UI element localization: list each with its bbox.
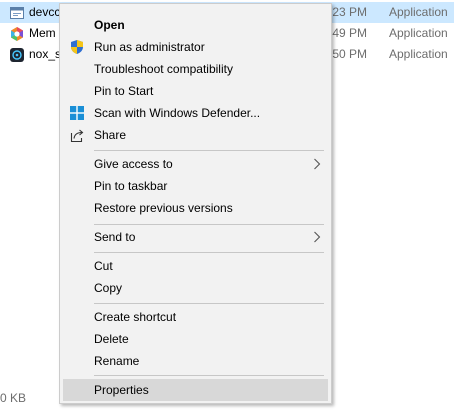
menu-separator (94, 224, 324, 225)
menu-item-create-shortcut[interactable]: Create shortcut (63, 306, 328, 328)
file-name: Mem (29, 26, 56, 40)
menu-item-give-access-to[interactable]: Give access to (63, 153, 328, 175)
memu-logo-icon (9, 26, 25, 42)
size-status-text: 0 KB (0, 391, 27, 405)
windows-defender-icon (69, 105, 85, 121)
menu-item-pin-to-taskbar[interactable]: Pin to taskbar (63, 175, 328, 197)
menu-item-label: Create shortcut (94, 310, 177, 324)
menu-item-label: Rename (94, 354, 140, 368)
file-type: Application (389, 26, 448, 40)
menu-item-rename[interactable]: Rename (63, 350, 328, 372)
menu-item-label: Restore previous versions (94, 201, 233, 215)
menu-item-label: Pin to Start (94, 84, 154, 98)
share-icon (69, 127, 85, 143)
context-menu: Open Run as administrator Troubleshoot c… (59, 3, 332, 404)
nox-logo-icon (9, 47, 25, 63)
uac-shield-icon (69, 39, 85, 55)
menu-item-run-as-administrator[interactable]: Run as administrator (63, 36, 328, 58)
menu-item-cut[interactable]: Cut (63, 255, 328, 277)
menu-item-label: Share (94, 128, 127, 142)
menu-item-troubleshoot-compatibility[interactable]: Troubleshoot compatibility (63, 58, 328, 80)
menu-item-label: Copy (94, 281, 123, 295)
menu-item-label: Pin to taskbar (94, 179, 168, 193)
menu-item-label: Open (94, 18, 125, 32)
menu-item-label: Properties (94, 383, 149, 397)
chevron-right-icon (313, 230, 321, 244)
app-window-icon (9, 5, 25, 21)
menu-item-label: Scan with Windows Defender... (94, 106, 261, 120)
chevron-right-icon (313, 157, 321, 171)
file-name: nox_s (29, 47, 62, 61)
menu-item-label: Cut (94, 259, 113, 273)
menu-item-open[interactable]: Open (63, 14, 328, 36)
menu-item-copy[interactable]: Copy (63, 277, 328, 299)
menu-item-label: Run as administrator (94, 40, 205, 54)
menu-separator (94, 303, 324, 304)
file-type: Application (389, 47, 448, 61)
menu-item-restore-previous-versions[interactable]: Restore previous versions (63, 197, 328, 219)
menu-separator (94, 252, 324, 253)
menu-item-label: Troubleshoot compatibility (94, 62, 233, 76)
menu-item-delete[interactable]: Delete (63, 328, 328, 350)
file-name: devcc (29, 5, 61, 19)
menu-item-share[interactable]: Share (63, 124, 328, 146)
file-type: Application (389, 5, 448, 19)
menu-item-pin-to-start[interactable]: Pin to Start (63, 80, 328, 102)
menu-item-send-to[interactable]: Send to (63, 226, 328, 248)
menu-item-label: Give access to (94, 157, 173, 171)
menu-item-scan-with-defender[interactable]: Scan with Windows Defender... (63, 102, 328, 124)
menu-item-label: Send to (94, 230, 136, 244)
menu-item-properties[interactable]: Properties (63, 379, 328, 401)
menu-separator (94, 150, 324, 151)
menu-item-label: Delete (94, 332, 129, 346)
menu-separator (94, 375, 324, 376)
